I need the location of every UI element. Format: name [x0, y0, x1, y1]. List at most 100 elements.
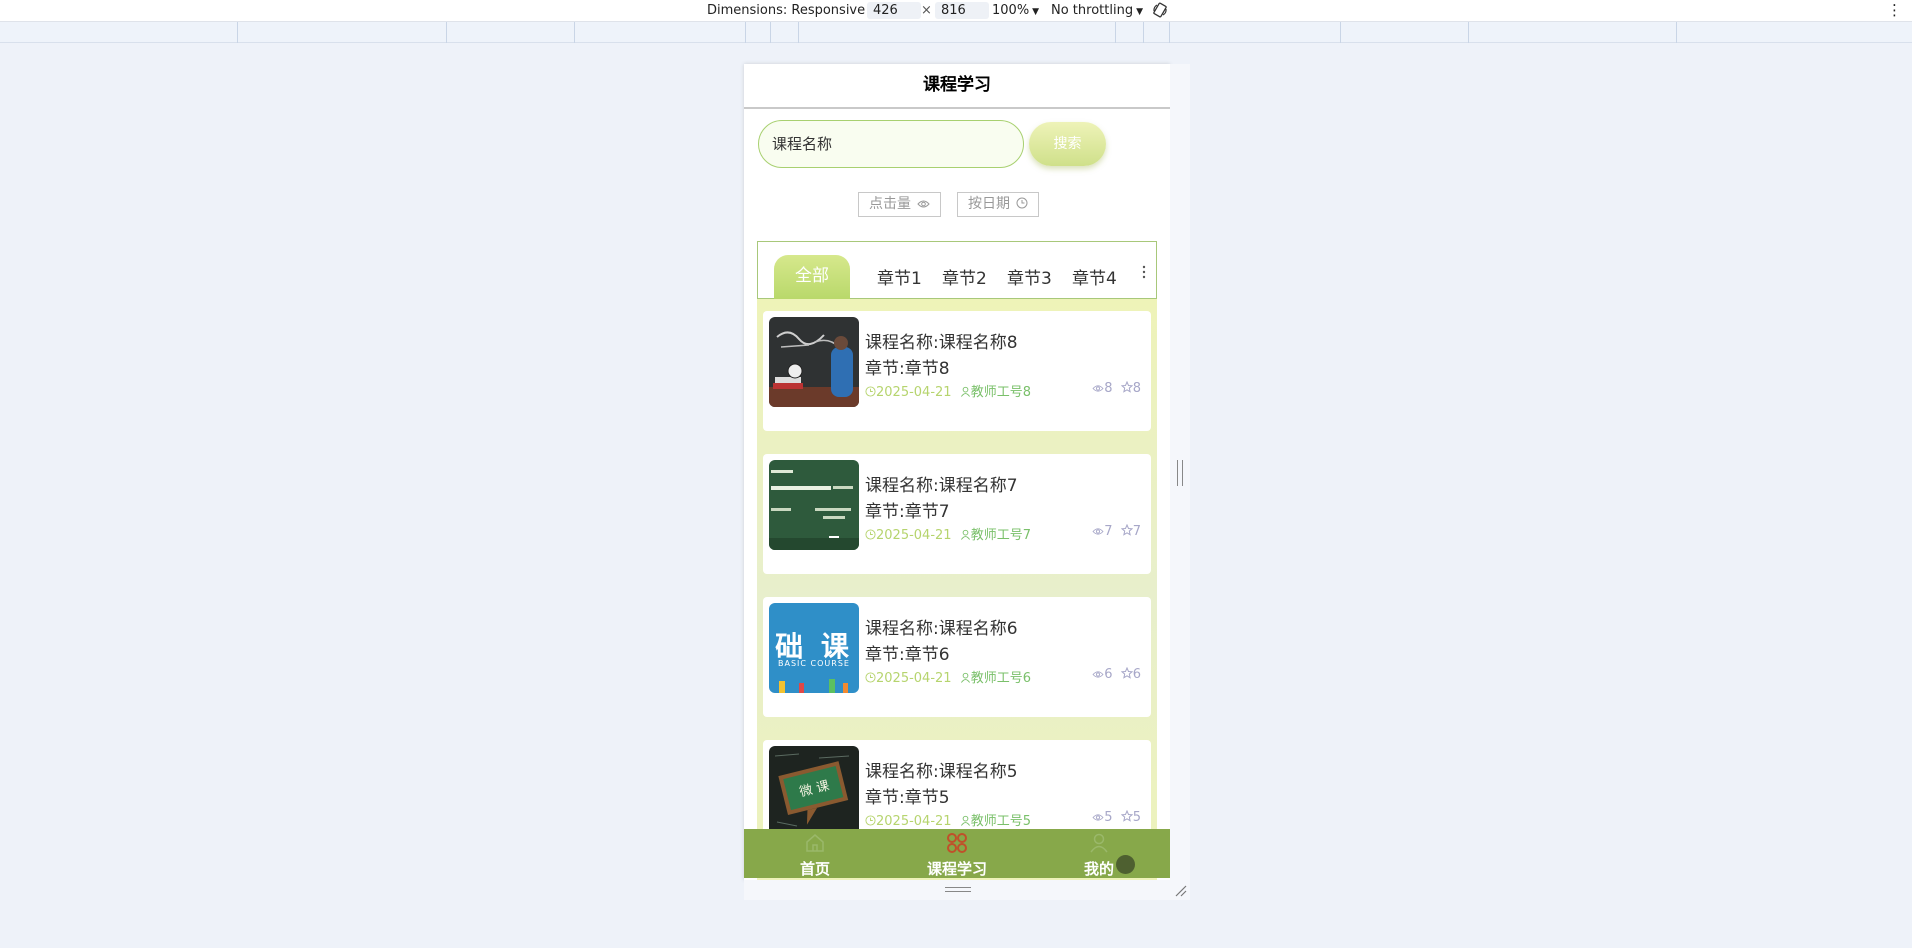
user-icon	[1090, 833, 1108, 853]
devtools-toolbar: Dimensions: Responsive▼ 426 × 816 100%▼ …	[0, 0, 1912, 22]
device-viewport: 课程学习 课程名称 搜索 点击量 按日期 全部 章节1 章节2 章节3 章节4	[744, 64, 1170, 880]
tab-chapter-3[interactable]: 章节3	[1007, 264, 1052, 289]
course-views: 7	[1104, 524, 1113, 539]
eye-icon	[1092, 671, 1104, 678]
course-favorites: 7	[1132, 524, 1141, 539]
search-button[interactable]: 搜索	[1029, 122, 1106, 166]
user-icon	[960, 386, 970, 397]
caret-down-icon: ▼	[1032, 7, 1040, 17]
course-title: 课程名称:课程名称6	[865, 619, 1018, 639]
course-thumbnail	[769, 460, 859, 550]
nav-course-study[interactable]: 课程学习	[907, 829, 1007, 878]
resize-corner-icon[interactable]	[1173, 883, 1187, 897]
star-icon	[1120, 381, 1133, 393]
course-chapter: 章节:章节8	[865, 359, 950, 379]
throttling-dropdown[interactable]: No throttling ▼	[1051, 3, 1143, 18]
sort-by-date-label: 按日期	[968, 196, 1010, 212]
course-title: 课程名称:课程名称8	[865, 333, 1018, 353]
course-chapter: 章节:章节5	[865, 788, 950, 808]
user-icon	[960, 529, 970, 540]
course-chapter: 章节:章节6	[865, 645, 950, 665]
throttling-label: No throttling	[1051, 3, 1134, 18]
eye-icon	[1092, 528, 1104, 535]
course-meta: 2025-04-21 教师工号7	[865, 524, 1031, 543]
course-favorites: 6	[1132, 667, 1141, 682]
user-icon	[960, 815, 970, 826]
course-stats: 8 8	[1092, 381, 1141, 396]
course-views: 5	[1104, 810, 1113, 825]
search-input[interactable]: 课程名称	[758, 120, 1024, 168]
course-meta: 2025-04-21 教师工号8	[865, 381, 1031, 400]
course-title: 课程名称:课程名称5	[865, 762, 1018, 782]
tab-chapter-2[interactable]: 章节2	[942, 264, 987, 289]
course-views: 6	[1104, 667, 1113, 682]
resize-handle-bottom[interactable]	[945, 887, 971, 892]
zoom-dropdown[interactable]: 100% ▼	[992, 3, 1039, 18]
media-query-ruler	[0, 22, 1912, 43]
eye-icon	[1092, 814, 1104, 821]
star-icon	[1120, 810, 1133, 822]
dimensions-label: Dimensions: Responsive	[707, 3, 866, 18]
sort-by-clicks-button[interactable]: 点击量	[858, 192, 942, 217]
more-tabs-icon[interactable]	[1142, 264, 1146, 280]
clock-icon	[865, 386, 876, 397]
course-teacher: 教师工号5	[970, 814, 1031, 829]
course-card[interactable]: 础 课 BASIC COURSE 课程名称:课程名称6 章节:章节6 2025-…	[763, 597, 1151, 717]
home-icon	[806, 834, 824, 852]
rotate-icon[interactable]	[1152, 2, 1168, 18]
resize-handle-right[interactable]	[1177, 460, 1183, 486]
zoom-label: 100%	[992, 3, 1030, 18]
user-icon	[960, 672, 970, 683]
page-title: 课程学习	[744, 64, 1170, 109]
clock-icon	[865, 815, 876, 826]
more-options-icon[interactable]: ⋮	[1887, 1, 1902, 19]
floating-dot[interactable]	[1116, 855, 1135, 874]
clock-icon	[865, 529, 876, 540]
course-card[interactable]: 课程名称:课程名称7 章节:章节7 2025-04-21 教师工号7 7 7	[763, 454, 1151, 574]
sort-by-date-button[interactable]: 按日期	[957, 192, 1040, 217]
caret-down-icon: ▼	[1136, 7, 1143, 17]
course-date: 2025-04-21	[876, 814, 952, 829]
width-input[interactable]: 426	[867, 2, 921, 19]
sort-by-clicks-label: 点击量	[869, 196, 911, 212]
course-stats: 6 6	[1092, 667, 1141, 682]
course-meta: 2025-04-21 教师工号6	[865, 667, 1031, 686]
nav-home-label: 首页	[799, 860, 830, 878]
clock-icon	[865, 672, 876, 683]
course-thumbnail	[769, 317, 859, 407]
nav-home[interactable]: 首页	[765, 829, 865, 878]
course-favorites: 5	[1132, 810, 1141, 825]
course-title: 课程名称:课程名称7	[865, 476, 1018, 496]
eye-icon	[917, 200, 931, 208]
course-card[interactable]: 课程名称:课程名称8 章节:章节8 2025-04-21 教师工号8 8 8	[763, 311, 1151, 431]
clock-icon	[1016, 197, 1028, 209]
course-thumbnail: 微 课	[769, 746, 859, 836]
course-chapter: 章节:章节7	[865, 502, 950, 522]
chapter-tabs: 全部 章节1 章节2 章节3 章节4	[757, 241, 1157, 300]
tab-all[interactable]: 全部	[774, 255, 850, 300]
times-sign: ×	[921, 3, 932, 18]
nav-course-study-label: 课程学习	[926, 860, 987, 878]
course-date: 2025-04-21	[876, 671, 952, 686]
star-icon	[1120, 524, 1133, 536]
course-thumbnail: 础 课 BASIC COURSE	[769, 603, 859, 693]
nav-mine[interactable]: 我的	[1049, 829, 1149, 878]
course-meta: 2025-04-21 教师工号5	[865, 810, 1031, 829]
dimensions-dropdown[interactable]: Dimensions: Responsive▼	[707, 3, 875, 18]
tab-chapter-4[interactable]: 章节4	[1072, 264, 1117, 289]
height-input[interactable]: 816	[935, 2, 989, 19]
tab-chapter-1[interactable]: 章节1	[877, 264, 922, 289]
course-stats: 7 7	[1092, 524, 1141, 539]
course-teacher: 教师工号7	[970, 528, 1031, 543]
course-date: 2025-04-21	[876, 385, 952, 400]
eye-icon	[1092, 385, 1104, 392]
course-views: 8	[1104, 381, 1113, 396]
course-teacher: 教师工号8	[970, 385, 1031, 400]
course-teacher: 教师工号6	[970, 671, 1031, 686]
bottom-nav: 首页 课程学习 我的	[744, 829, 1170, 878]
star-icon	[1120, 667, 1133, 679]
grid-icon	[947, 833, 967, 853]
course-stats: 5 5	[1092, 810, 1141, 825]
course-date: 2025-04-21	[876, 528, 952, 543]
course-favorites: 8	[1132, 381, 1141, 396]
